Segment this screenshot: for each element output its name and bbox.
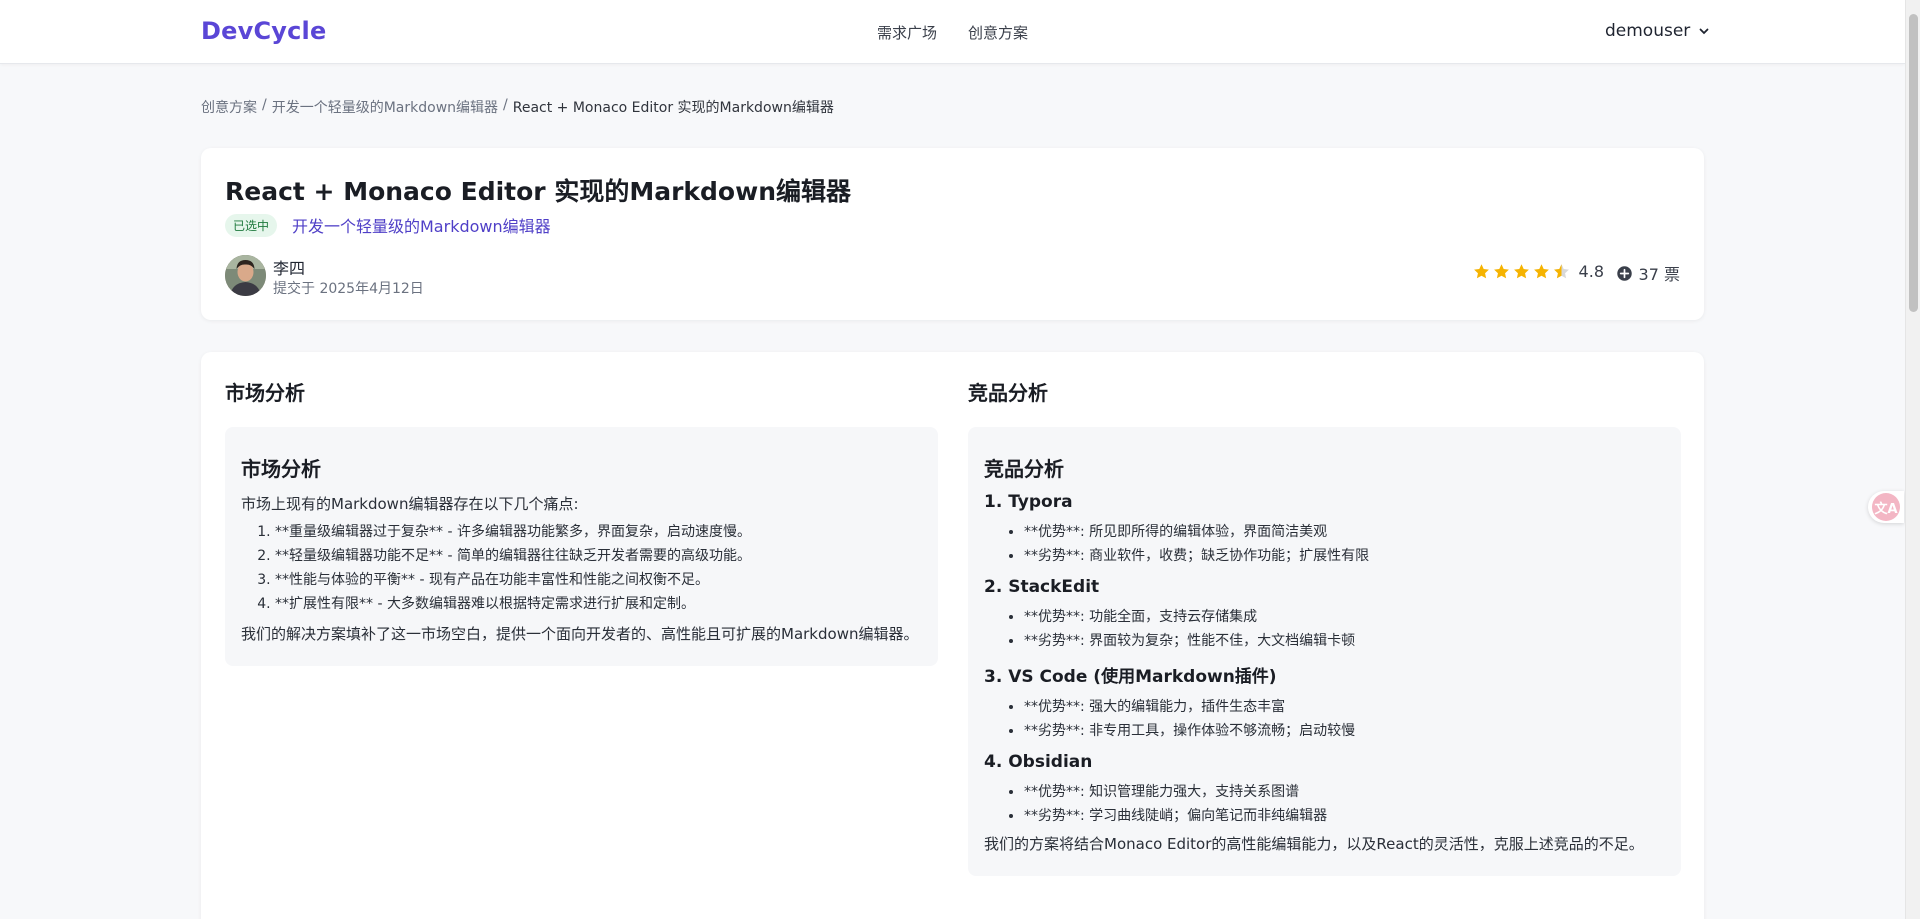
author-name: 李四 <box>273 259 306 278</box>
competitor-analysis-column: 竞品分析 竞品分析 1. Typora **优势**: 所见即所得的编辑体验，界… <box>968 352 1681 876</box>
nav-item-requirements[interactable]: 需求广场 <box>877 22 937 43</box>
market-points-list: **重量级编辑器过于复杂** - 许多编辑器功能繁多，界面复杂，启动速度慢。 *… <box>241 520 922 616</box>
top-navbar: DevCycle 需求广场 创意方案 demouser <box>0 0 1905 64</box>
list-item: **轻量级编辑器功能不足** - 简单的编辑器往往缺乏开发者需要的高级功能。 <box>275 544 922 568</box>
parent-requirement-link[interactable]: 开发一个轻量级的Markdown编辑器 <box>292 213 551 237</box>
analysis-card: 市场分析 市场分析 市场上现有的Markdown编辑器存在以下几个痛点: **重… <box>201 352 1704 919</box>
app-logo[interactable]: DevCycle <box>201 17 326 45</box>
competitor-points-list: **优势**: 功能全面，支持云存储集成 **劣势**: 界面较为复杂；性能不佳… <box>984 605 1665 653</box>
competitor-name: 4. Obsidian <box>984 752 1093 772</box>
proposal-header-card: React + Monaco Editor 实现的Markdown编辑器 已选中… <box>201 148 1704 320</box>
list-item: **扩展性有限** - 大多数编辑器难以根据特定需求进行扩展和定制。 <box>275 592 922 616</box>
breadcrumb-item-ideas[interactable]: 创意方案 <box>201 97 257 117</box>
breadcrumb: 创意方案 / 开发一个轻量级的Markdown编辑器 / React + Mon… <box>201 97 834 117</box>
list-item: **优势**: 功能全面，支持云存储集成 <box>1024 605 1665 629</box>
list-item: **劣势**: 界面较为复杂；性能不佳，大文档编辑卡顿 <box>1024 629 1665 653</box>
market-analysis-column: 市场分析 市场分析 市场上现有的Markdown编辑器存在以下几个痛点: **重… <box>225 352 938 666</box>
breadcrumb-separator: / <box>503 97 508 113</box>
competitor-name: 1. Typora <box>984 492 1073 512</box>
translate-icon: 文A <box>1872 493 1900 521</box>
star-full-icon <box>1533 264 1549 279</box>
market-conclusion: 我们的解决方案填补了这一市场空白，提供一个面向开发者的、高性能且可扩展的Mark… <box>241 625 919 643</box>
list-item: **优势**: 知识管理能力强大，支持关系图谱 <box>1024 780 1665 804</box>
competitor-analysis-panel: 竞品分析 1. Typora **优势**: 所见即所得的编辑体验，界面简洁美观… <box>968 427 1681 876</box>
submit-date: 提交于 2025年4月12日 <box>273 281 424 297</box>
star-full-icon <box>1473 264 1489 279</box>
market-heading: 市场分析 <box>241 457 321 481</box>
nav-item-ideas[interactable]: 创意方案 <box>968 22 1028 43</box>
market-intro: 市场上现有的Markdown编辑器存在以下几个痛点: <box>241 495 579 513</box>
competitor-heading: 竞品分析 <box>984 457 1064 481</box>
market-analysis-panel: 市场分析 市场上现有的Markdown编辑器存在以下几个痛点: **重量级编辑器… <box>225 427 938 666</box>
competitor-points-list: **优势**: 所见即所得的编辑体验，界面简洁美观 **劣势**: 商业软件，收… <box>984 520 1665 568</box>
competitor-points-list: **优势**: 知识管理能力强大，支持关系图谱 **劣势**: 学习曲线陡峭；偏… <box>984 780 1665 828</box>
user-menu[interactable]: demouser <box>1605 21 1710 41</box>
list-item: **劣势**: 非专用工具，操作体验不够流畅；启动较慢 <box>1024 719 1665 743</box>
list-item: **优势**: 强大的编辑能力，插件生态丰富 <box>1024 695 1665 719</box>
star-full-icon <box>1493 264 1509 279</box>
star-half-icon <box>1553 264 1569 279</box>
username: demouser <box>1605 21 1691 41</box>
breadcrumb-item-current: React + Monaco Editor 实现的Markdown编辑器 <box>512 100 834 116</box>
vote-count: 37 票 <box>1638 265 1680 284</box>
list-item: **劣势**: 学习曲线陡峭；偏向笔记而非纯编辑器 <box>1024 804 1665 828</box>
page-title: React + Monaco Editor 实现的Markdown编辑器 <box>225 177 851 206</box>
vote-button[interactable]: 37 票 <box>1616 261 1680 285</box>
plus-circle-icon <box>1616 265 1632 281</box>
list-item: **重量级编辑器过于复杂** - 许多编辑器功能繁多，界面复杂，启动速度慢。 <box>275 520 922 544</box>
rating: 4.8 <box>1473 262 1604 281</box>
breadcrumb-item-requirement[interactable]: 开发一个轻量级的Markdown编辑器 <box>272 97 498 117</box>
breadcrumb-separator: / <box>262 97 267 113</box>
scrollbar-thumb[interactable] <box>1909 14 1918 312</box>
market-column-title: 市场分析 <box>225 381 305 405</box>
list-item: **性能与体验的平衡** - 现有产品在功能丰富性和性能之间权衡不足。 <box>275 568 922 592</box>
star-full-icon <box>1513 264 1529 279</box>
translate-button[interactable]: 文A <box>1868 491 1904 523</box>
competitor-name: 3. VS Code (使用Markdown插件) <box>984 667 1277 687</box>
main-nav: 需求广场 创意方案 <box>877 22 1028 43</box>
avatar <box>225 255 266 296</box>
competitor-name: 2. StackEdit <box>984 577 1100 597</box>
list-item: **优势**: 所见即所得的编辑体验，界面简洁美观 <box>1024 520 1665 544</box>
page-scrollbar[interactable] <box>1905 0 1920 919</box>
competitor-column-title: 竞品分析 <box>968 381 1048 405</box>
list-item: **劣势**: 商业软件，收费；缺乏协作功能；扩展性有限 <box>1024 544 1665 568</box>
chevron-down-icon <box>1699 28 1709 35</box>
competitor-conclusion: 我们的方案将结合Monaco Editor的高性能编辑能力，以及React的灵活… <box>984 835 1644 853</box>
competitor-points-list: **优势**: 强大的编辑能力，插件生态丰富 **劣势**: 非专用工具，操作体… <box>984 695 1665 743</box>
rating-value: 4.8 <box>1578 262 1604 281</box>
status-badge: 已选中 <box>225 214 278 237</box>
